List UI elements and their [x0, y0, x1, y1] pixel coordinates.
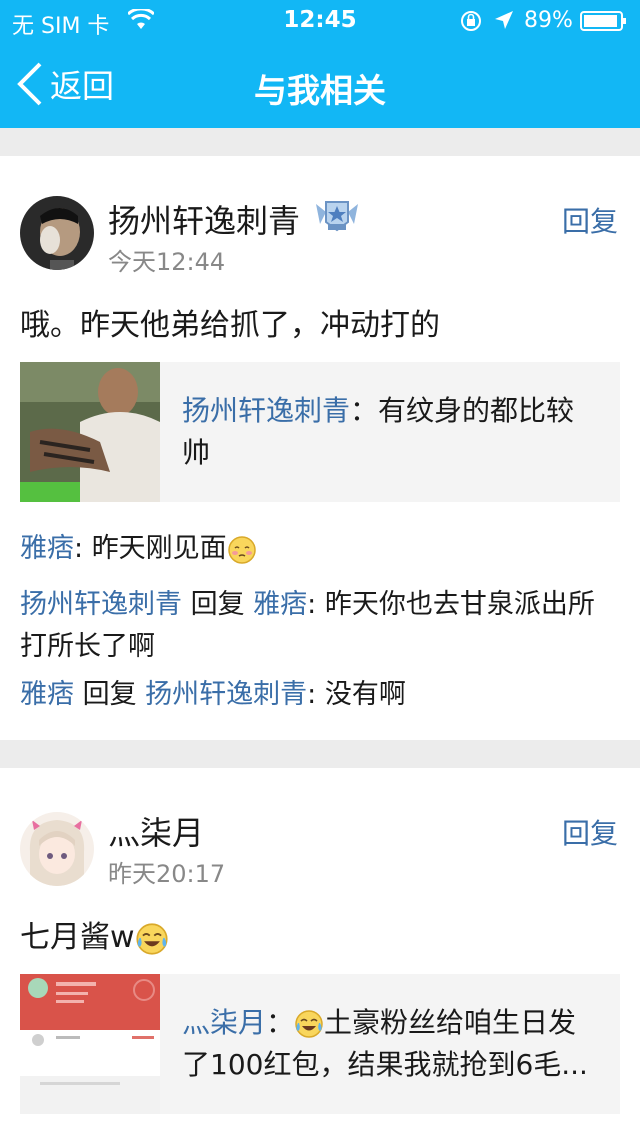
- battery-icon: [580, 11, 626, 31]
- quoted-post[interactable]: 灬柒月： 土豪粉丝给咱生日发了100红包，结果我就抢到6毛...: [20, 974, 620, 1114]
- comment-item[interactable]: 雅痞 回复 扬州轩逸刺青: 没有啊: [20, 674, 620, 716]
- avatar[interactable]: [20, 812, 94, 886]
- post-text: 哦。昨天他弟给抓了，冲动打的: [20, 308, 440, 343]
- thumbnail-image: [20, 362, 160, 502]
- quote-text: 扬州轩逸刺青：有纹身的都比较帅: [182, 394, 575, 469]
- avatar-image: [20, 196, 94, 270]
- thumbnail-image: [20, 974, 160, 1114]
- comment-text: 没有啊: [324, 679, 406, 710]
- comment-item[interactable]: 扬州轩逸刺青 回复 雅痞: 昨天你也去甘泉派出所打所长了啊: [20, 584, 620, 668]
- location-arrow-icon: [495, 11, 513, 29]
- quote-author[interactable]: 灬柒月: [182, 1006, 266, 1039]
- quote-author[interactable]: 扬州轩逸刺青: [182, 394, 350, 427]
- laugh-cry-emoji-icon: [135, 922, 168, 955]
- username[interactable]: 灬柒月: [108, 808, 204, 854]
- notification-card: 灬柒月 昨天20:17 回复 七月酱w 灬柒月： 土豪粉丝给咱生日发了100红包，…: [0, 768, 640, 1136]
- page-title: 与我相关: [254, 71, 386, 110]
- username[interactable]: 扬州轩逸刺青: [108, 196, 300, 242]
- quote-text: 灬柒月： 土豪粉丝给咱生日发了100红包，结果我就抢到6毛...: [182, 1006, 588, 1081]
- battery-percent: 89%: [524, 8, 573, 33]
- vip-badge-icon: [316, 201, 358, 232]
- avatar[interactable]: [20, 196, 94, 270]
- quoted-post[interactable]: 扬州轩逸刺青：有纹身的都比较帅: [20, 362, 620, 502]
- comment-item[interactable]: 雅痞: 昨天刚见面: [20, 528, 620, 570]
- reply-button[interactable]: 回复: [562, 200, 618, 240]
- comment-author[interactable]: 扬州轩逸刺青: [20, 589, 182, 620]
- status-bar: 无 SIM 卡 12:45 89%: [0, 0, 640, 40]
- post-text: 七月酱w: [20, 912, 169, 956]
- notification-card: 扬州轩逸刺青 今天12:44 回复 哦。昨天他弟给抓了，冲动打的 扬州轩逸刺青：…: [0, 156, 640, 740]
- timestamp: 今天12:44: [108, 248, 226, 276]
- comment-reply-target[interactable]: 扬州轩逸刺青: [145, 679, 307, 710]
- comment-author[interactable]: 雅痞: [20, 533, 74, 564]
- timestamp: 昨天20:17: [108, 860, 226, 888]
- quote-thumbnail: [20, 974, 160, 1114]
- comment-author[interactable]: 雅痞: [20, 679, 74, 710]
- rotation-lock-icon: [461, 11, 481, 31]
- comment-text: 昨天刚见面: [91, 533, 227, 564]
- quote-thumbnail: [20, 362, 160, 502]
- shy-emoji-icon: [227, 535, 256, 564]
- app-header: 无 SIM 卡 12:45 89% 返回 与我相关: [0, 0, 640, 128]
- laugh-cry-emoji-icon: [295, 1010, 323, 1038]
- nav-bar: 返回 与我相关: [0, 40, 640, 128]
- avatar-image: [20, 812, 94, 886]
- comment-reply-target[interactable]: 雅痞: [253, 589, 307, 620]
- reply-button[interactable]: 回复: [562, 812, 618, 852]
